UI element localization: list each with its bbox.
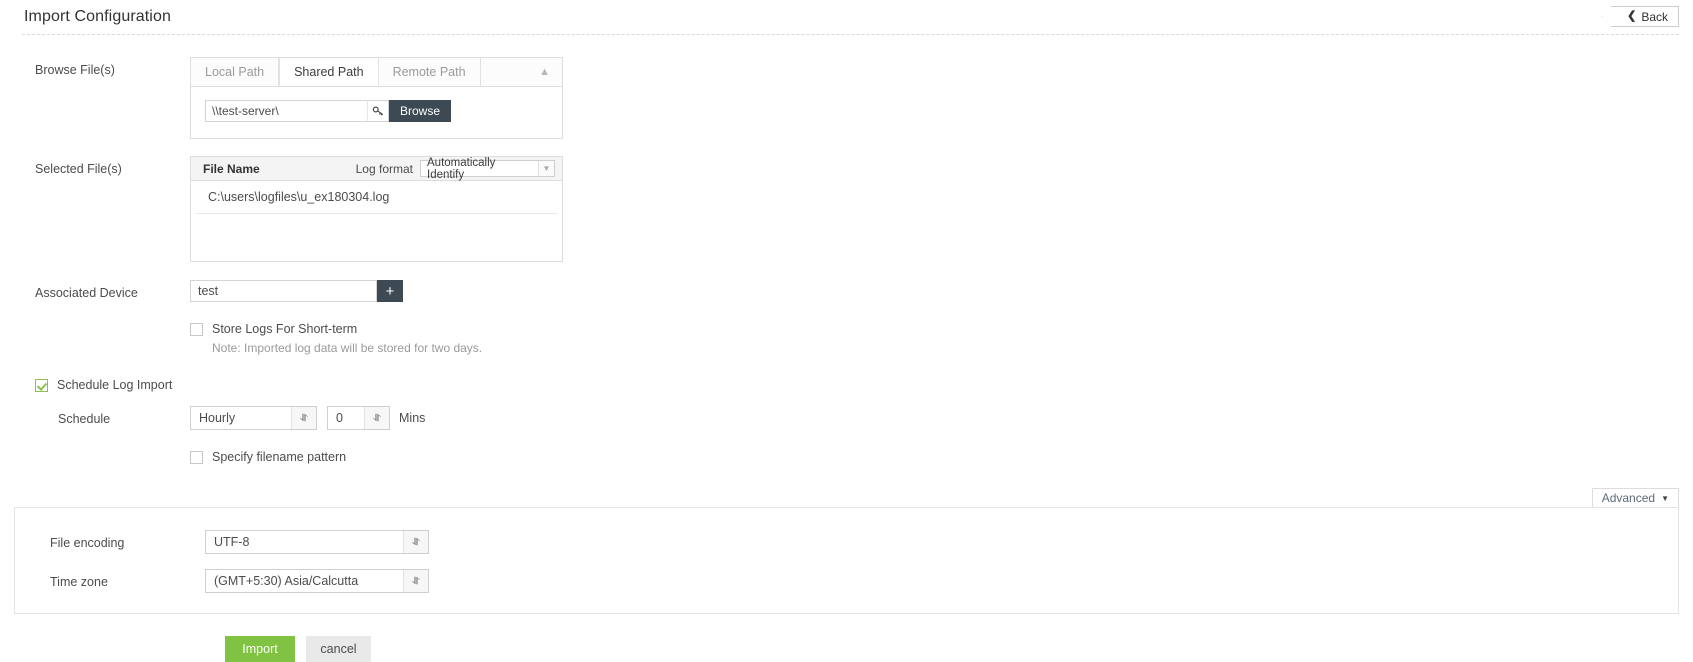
- chevron-down-icon: ⥯: [403, 570, 428, 592]
- chevron-left-icon: ❮: [1627, 10, 1637, 22]
- time-zone-field: (GMT+5:30) Asia/Calcutta ⥯: [205, 569, 1678, 593]
- back-button[interactable]: ❮ Back: [1611, 6, 1679, 27]
- schedule-log-import-checkbox[interactable]: [35, 379, 48, 392]
- import-button[interactable]: Import: [225, 636, 295, 662]
- key-icon[interactable]: [367, 100, 389, 122]
- selected-files-label: Selected File(s): [35, 162, 122, 176]
- add-device-button[interactable]: +: [377, 280, 403, 302]
- shared-path-input-group: Browse: [205, 100, 562, 122]
- associated-device-field: + Store Logs For Short-term Note: Import…: [190, 280, 1693, 355]
- caret-down-icon: ▼: [538, 161, 554, 176]
- chevron-up-icon[interactable]: ▲: [539, 66, 550, 78]
- schedule-minutes-unit: Mins: [399, 411, 426, 425]
- chevron-down-icon: ⥯: [403, 531, 428, 553]
- browse-button-label: Browse: [400, 104, 441, 118]
- browse-files-field: Local Path Shared Path Remote Path ▲ \\t…: [190, 57, 1693, 139]
- store-logs-short-term-checkbox[interactable]: [190, 323, 203, 336]
- associated-device-row: Associated Device + Store Logs For Short…: [0, 280, 1693, 355]
- schedule-frequency-value: Hourly: [199, 411, 236, 425]
- advanced-toggle-bar: Advanced ▼: [0, 488, 1693, 507]
- selected-files-row: Selected File(s) File Name Log format Au…: [0, 156, 1693, 262]
- schedule-frequency-select[interactable]: Hourly ⥯: [190, 406, 317, 430]
- file-encoding-row: File encoding UTF-8 ⥯: [15, 530, 1678, 554]
- path-tabs-panel: Local Path Shared Path Remote Path ▲ \\t…: [190, 57, 563, 139]
- advanced-panel: File encoding UTF-8 ⥯ Time zone (GMT+5:3…: [14, 507, 1679, 614]
- log-format-label: Log format: [355, 161, 413, 176]
- time-zone-select[interactable]: (GMT+5:30) Asia/Calcutta ⥯: [205, 569, 429, 593]
- file-encoding-field: UTF-8 ⥯: [205, 530, 1678, 554]
- specify-filename-pattern-label: Specify filename pattern: [212, 450, 347, 464]
- chevron-down-icon: ⥯: [291, 407, 316, 429]
- advanced-toggle[interactable]: Advanced ▼: [1591, 488, 1679, 507]
- schedule-log-import-group: Schedule Log Import: [0, 378, 1693, 392]
- tab-remote-path-label: Remote Path: [392, 65, 466, 79]
- shared-path-input[interactable]: [205, 100, 367, 122]
- caret-down-icon: ▼: [1661, 493, 1669, 503]
- schedule-controls: Hourly ⥯ 0 ⥯ Mins: [190, 406, 1693, 430]
- selected-files-list: C:\users\logfiles\u_ex180304.log: [191, 181, 562, 261]
- list-item[interactable]: C:\users\logfiles\u_ex180304.log: [196, 190, 557, 214]
- tab-local-path[interactable]: Local Path: [191, 58, 280, 86]
- store-logs-short-term-label: Store Logs For Short-term: [212, 322, 358, 336]
- selected-files-field: File Name Log format Automatically Ident…: [190, 156, 1693, 262]
- schedule-field: Hourly ⥯ 0 ⥯ Mins Specify filename patte…: [190, 406, 1693, 464]
- schedule-log-import-row: Schedule Log Import: [35, 378, 1693, 392]
- file-encoding-value: UTF-8: [214, 535, 250, 549]
- file-encoding-select[interactable]: UTF-8 ⥯: [205, 530, 429, 554]
- schedule-minutes-value: 0: [336, 411, 343, 425]
- advanced-toggle-label: Advanced: [1601, 491, 1656, 505]
- associated-device-input-group: +: [190, 280, 403, 302]
- browse-files-row: Browse File(s) Local Path Shared Path Re…: [0, 57, 1693, 139]
- browse-button[interactable]: Browse: [389, 100, 452, 122]
- log-format-select[interactable]: Automatically Identify ▼: [420, 156, 555, 181]
- tab-remote-path[interactable]: Remote Path: [378, 58, 481, 86]
- selected-files-header: File Name Log format Automatically Ident…: [191, 157, 562, 181]
- tab-local-path-label: Local Path: [205, 65, 265, 79]
- associated-device-input[interactable]: [190, 280, 377, 302]
- selected-files-panel: File Name Log format Automatically Ident…: [190, 156, 563, 262]
- log-format-value: Automatically Identify: [427, 156, 496, 181]
- back-button-label: Back: [1641, 9, 1668, 24]
- associated-device-label: Associated Device: [35, 286, 138, 300]
- schedule-row: Schedule Hourly ⥯ 0 ⥯ Mins Specify filen…: [0, 406, 1693, 464]
- schedule-minutes-select[interactable]: 0 ⥯: [327, 406, 390, 430]
- shared-path-tab-body: Browse: [191, 87, 562, 138]
- time-zone-label: Time zone: [50, 575, 108, 589]
- schedule-label: Schedule: [58, 412, 111, 426]
- page-header: Import Configuration ❮ Back: [0, 0, 1693, 34]
- time-zone-value: (GMT+5:30) Asia/Calcutta: [214, 574, 359, 588]
- schedule-log-import-label: Schedule Log Import: [57, 378, 173, 392]
- time-zone-row: Time zone (GMT+5:30) Asia/Calcutta ⥯: [15, 569, 1678, 593]
- import-configuration-form: Browse File(s) Local Path Shared Path Re…: [0, 35, 1693, 662]
- store-logs-short-term-row: Store Logs For Short-term: [190, 322, 1693, 336]
- specify-filename-pattern-row: Specify filename pattern: [190, 450, 1693, 464]
- chevron-down-icon: ⥯: [364, 407, 389, 429]
- tabbar-filler: ▲: [480, 58, 562, 86]
- specify-filename-pattern-checkbox[interactable]: [190, 451, 203, 464]
- page-title: Import Configuration: [24, 8, 171, 25]
- file-name-column-header: File Name: [203, 161, 260, 176]
- cancel-button[interactable]: cancel: [306, 636, 371, 662]
- tab-shared-path[interactable]: Shared Path: [279, 58, 379, 86]
- plus-icon: +: [385, 282, 395, 300]
- file-encoding-label: File encoding: [50, 536, 125, 550]
- store-logs-short-term-note: Note: Imported log data will be stored f…: [212, 341, 483, 355]
- store-logs-short-term-group: Store Logs For Short-term Note: Imported…: [190, 322, 1693, 355]
- tab-shared-path-label: Shared Path: [294, 64, 364, 79]
- path-tabbar: Local Path Shared Path Remote Path ▲: [191, 58, 562, 87]
- browse-files-label: Browse File(s): [35, 63, 115, 77]
